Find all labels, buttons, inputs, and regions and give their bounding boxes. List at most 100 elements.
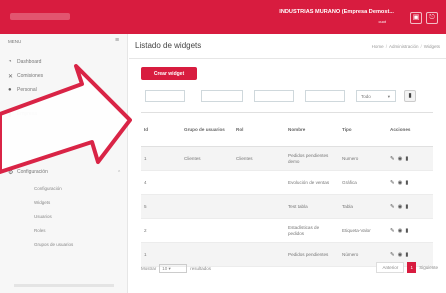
dashboard-icon: ◔ bbox=[8, 59, 12, 65]
sidebar-subitem-configuracion[interactable]: Configuración bbox=[34, 186, 62, 191]
page-title: Listado de widgets bbox=[135, 41, 202, 50]
cell-type: Gráfica bbox=[339, 170, 387, 195]
cell-role bbox=[233, 218, 285, 243]
cell-id: 5 bbox=[141, 194, 181, 219]
column-header-id[interactable]: Id bbox=[141, 112, 181, 147]
chevron-down-icon[interactable]: ⌄ bbox=[117, 114, 121, 120]
delete-icon[interactable]: ▮ bbox=[405, 252, 408, 258]
building-icon: ▮ bbox=[8, 111, 12, 118]
cell-group bbox=[181, 170, 233, 195]
widgets-table: Id Grupo de usuarios Rol Nombre Tipo Acc… bbox=[141, 112, 433, 267]
edit-icon[interactable]: ✎ bbox=[390, 180, 395, 186]
create-widget-button[interactable]: Crear widget bbox=[141, 67, 197, 80]
cell-group: Clientes bbox=[181, 146, 233, 171]
cell-group bbox=[181, 218, 233, 243]
menu-toggle-icon[interactable]: ≡ bbox=[115, 37, 119, 44]
page-length: Mostrar 10 ▾ resultados bbox=[141, 264, 211, 273]
filter-name-input[interactable] bbox=[305, 90, 345, 102]
column-header-name[interactable]: Nombre bbox=[285, 112, 339, 147]
edit-icon[interactable]: ✎ bbox=[390, 252, 395, 258]
main-content: Listado de widgets Home / Administración / W… bbox=[129, 34, 446, 293]
filter-group-input[interactable] bbox=[201, 90, 243, 102]
logout-icon[interactable]: ⎋ bbox=[426, 12, 438, 24]
trash-icon: ▮ bbox=[408, 93, 412, 99]
gear-icon: ⚙ bbox=[8, 169, 14, 176]
sidebar-item-personal[interactable]: ● Personal bbox=[8, 85, 37, 95]
view-icon[interactable]: ◉ bbox=[398, 228, 403, 234]
column-header-role[interactable]: Rol bbox=[233, 112, 285, 147]
cell-type: Numero bbox=[339, 146, 387, 171]
pagination-current[interactable]: 1 bbox=[407, 262, 417, 273]
filter-type-select[interactable]: Todo ▾ bbox=[356, 90, 396, 102]
sidebar-item-empresa[interactable]: ▮ Empresa bbox=[8, 109, 37, 119]
sidebar-item-configuracion[interactable]: ⚙ Configuración bbox=[8, 167, 48, 177]
user-icon: ● bbox=[8, 87, 12, 93]
column-header-group[interactable]: Grupo de usuarios bbox=[181, 112, 233, 147]
filter-id-input[interactable] bbox=[145, 90, 185, 102]
view-icon[interactable]: ◉ bbox=[398, 180, 403, 186]
breadcrumb: Home / Administración / Widgets bbox=[371, 44, 440, 49]
pagination: Anterior 1 Siguiente bbox=[376, 262, 438, 273]
top-bar: INDUSTRIAS MURANO (Empresa Demost... cuo… bbox=[0, 0, 446, 34]
edit-icon[interactable]: ✎ bbox=[390, 204, 395, 210]
sidebar-subitem-grupos-usuarios[interactable]: Grupos de usuarios bbox=[34, 242, 73, 247]
table-row: 2 Estadísticas de pedidos Etiqueta-Valor ✎ ◉… bbox=[141, 218, 433, 243]
delete-icon[interactable]: ▮ bbox=[405, 156, 408, 162]
clear-filters-button[interactable]: ▮ bbox=[404, 90, 416, 102]
edit-icon[interactable]: ✎ bbox=[390, 228, 395, 234]
divider bbox=[129, 58, 446, 59]
cell-name: Estadísticas de pedidos bbox=[285, 218, 339, 243]
chevron-up-icon[interactable]: ⌃ bbox=[117, 170, 121, 176]
cell-name: Test tabla bbox=[285, 194, 339, 219]
sidebar-subitem-usuarios[interactable]: Usuarios bbox=[34, 214, 52, 219]
column-header-type[interactable]: Tipo bbox=[339, 112, 387, 147]
pagination-prev[interactable]: Anterior bbox=[376, 262, 405, 273]
cell-group bbox=[181, 242, 233, 267]
filter-role-input[interactable] bbox=[254, 90, 294, 102]
table-row: 4 Evolución de ventas Gráfica ✎ ◉ ▮ bbox=[141, 170, 433, 195]
sidebar: MENU ≡ ◔ Dashboard ✕ Comisiones ● Person… bbox=[0, 34, 128, 293]
sidebar-item-dashboard[interactable]: ◔ Dashboard bbox=[8, 57, 41, 67]
sidebar-item-label: Configuración bbox=[17, 169, 48, 175]
close-icon: ✕ bbox=[8, 73, 14, 80]
table-header-row: Id Grupo de usuarios Rol Nombre Tipo Acc… bbox=[141, 112, 433, 147]
length-label-pre: Mostrar bbox=[141, 266, 157, 271]
delete-icon[interactable]: ▮ bbox=[405, 180, 408, 186]
cell-role bbox=[233, 242, 285, 267]
edit-icon[interactable]: ✎ bbox=[390, 156, 395, 162]
cell-name: Evolución de ventas bbox=[285, 170, 339, 195]
breadcrumb-widgets: Widgets bbox=[423, 44, 440, 49]
breadcrumb-home[interactable]: Home bbox=[372, 44, 384, 49]
column-header-actions: Acciones bbox=[387, 112, 433, 147]
cell-name: Pedidos pendientes bbox=[285, 242, 339, 267]
cell-id: 4 bbox=[141, 170, 181, 195]
sidebar-item-comisiones[interactable]: ✕ Comisiones bbox=[8, 71, 43, 81]
cell-type: Etiqueta-Valor bbox=[339, 218, 387, 243]
sidebar-subitem-roles[interactable]: Roles bbox=[34, 228, 46, 233]
view-icon[interactable]: ◉ bbox=[398, 252, 403, 258]
cell-actions: ✎ ◉ ▮ bbox=[387, 194, 433, 219]
sidebar-item-label: Comisiones bbox=[17, 73, 44, 79]
company-subtitle: cuot bbox=[378, 19, 386, 24]
cell-role: Clientes bbox=[233, 146, 285, 171]
pagination-next[interactable]: Siguiente bbox=[419, 265, 438, 270]
sidebar-footer bbox=[14, 284, 114, 287]
view-icon[interactable]: ◉ bbox=[398, 204, 403, 210]
company-name[interactable]: INDUSTRIAS MURANO (Empresa Demost... bbox=[279, 9, 394, 15]
sidebar-item-label: Empresa bbox=[17, 111, 38, 117]
page-length-select[interactable]: 10 ▾ bbox=[159, 264, 188, 273]
view-icon[interactable]: ◉ bbox=[398, 156, 403, 162]
breadcrumb-administracion[interactable]: Administración bbox=[389, 44, 419, 49]
sidebar-subitem-widgets[interactable]: Widgets bbox=[34, 200, 50, 205]
cell-role bbox=[233, 194, 285, 219]
table-row: 5 Test tabla Tabla ✎ ◉ ▮ bbox=[141, 194, 433, 219]
cell-group bbox=[181, 194, 233, 219]
cart-icon[interactable]: ▣ bbox=[410, 12, 422, 24]
sidebar-item-label: Dashboard bbox=[17, 59, 42, 65]
sidebar-header: MENU bbox=[8, 39, 22, 44]
cell-actions: ✎ ◉ ▮ bbox=[387, 170, 433, 195]
app-logo[interactable] bbox=[10, 13, 70, 20]
delete-icon[interactable]: ▮ bbox=[405, 204, 408, 210]
delete-icon[interactable]: ▮ bbox=[405, 228, 408, 234]
sidebar-item-label: Personal bbox=[17, 87, 37, 93]
